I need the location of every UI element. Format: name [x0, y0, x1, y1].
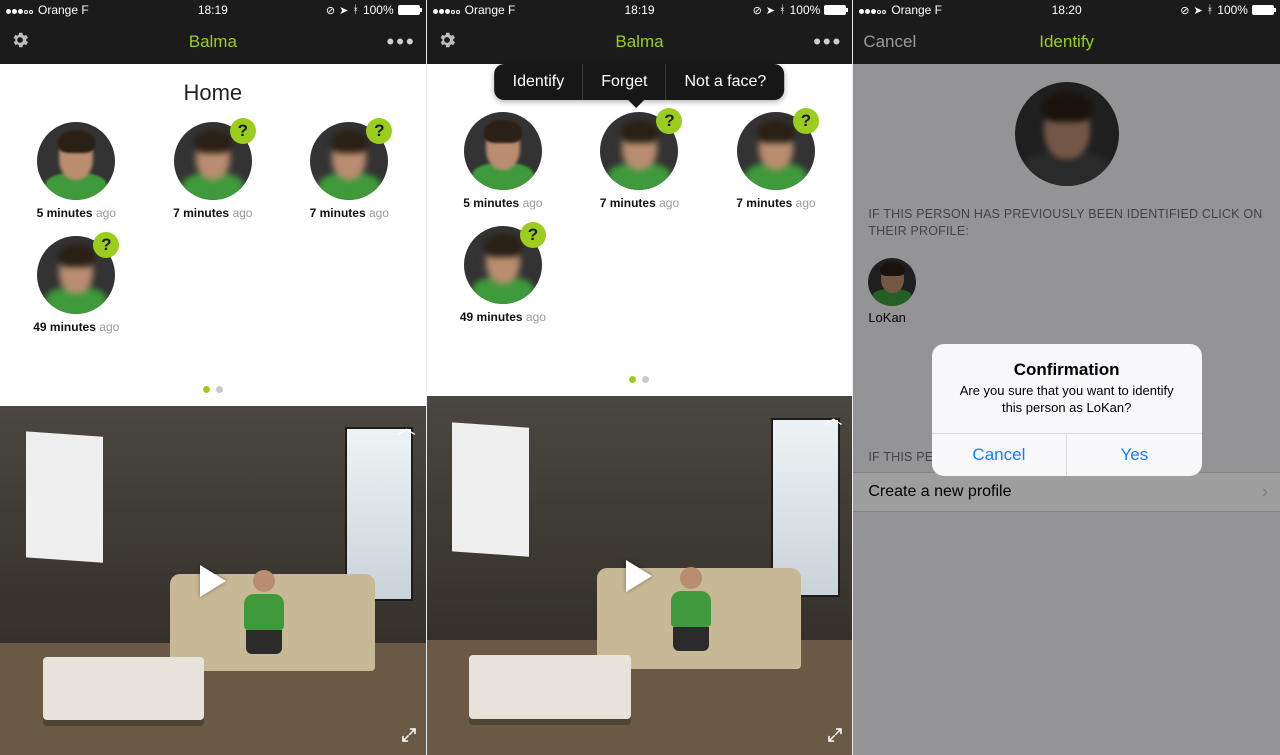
status-bar: Orange F 18:19 ⊘ ➤ ᚼ 100% — [427, 0, 853, 20]
unknown-badge-icon: ? — [520, 222, 546, 248]
section-title: Home — [0, 64, 426, 116]
chevron-up-icon[interactable]: ︿ — [398, 414, 416, 440]
location-icon: ➤ — [766, 4, 775, 17]
cancel-button[interactable]: Cancel — [863, 32, 916, 52]
video-preview[interactable]: ︿ — [427, 396, 853, 755]
face-time: 49 minutes ago — [460, 310, 546, 324]
face-grid: 5 minutes ago ? 7 minutes ago ? 7 minute… — [427, 106, 853, 334]
location-icon: ➤ — [339, 4, 348, 17]
face-grid: 5 minutes ago ? 7 minutes ago ? 7 minute… — [0, 116, 426, 344]
location-icon: ➤ — [1193, 4, 1202, 17]
settings-button[interactable] — [437, 30, 457, 55]
alert-yes-button[interactable]: Yes — [1067, 434, 1202, 476]
face-cell[interactable]: 5 minutes ago — [435, 106, 572, 220]
popover-not-a-face[interactable]: Not a face? — [666, 64, 784, 100]
bluetooth-icon: ᚼ — [779, 4, 786, 16]
pane-popover: Orange F 18:19 ⊘ ➤ ᚼ 100% Balma ••• Iden… — [427, 0, 854, 755]
face-cell[interactable]: ? 7 minutes ago — [281, 116, 418, 230]
chevron-up-icon[interactable]: ︿ — [824, 404, 842, 430]
alert-message: Are you sure that you want to identify t… — [932, 381, 1202, 432]
face-cell[interactable]: ? 49 minutes ago — [8, 230, 145, 344]
battery-icon — [1252, 5, 1274, 15]
face-avatar — [37, 122, 115, 200]
triptych: Orange F 18:19 ⊘ ➤ ᚼ 100% Balma ••• Home… — [0, 0, 1280, 755]
more-button[interactable]: ••• — [813, 31, 842, 53]
settings-button[interactable] — [10, 30, 30, 55]
more-button[interactable]: ••• — [387, 31, 416, 53]
unknown-badge-icon: ? — [793, 108, 819, 134]
alert-cancel-button[interactable]: Cancel — [932, 434, 1068, 476]
face-cell[interactable]: ? 7 minutes ago — [571, 106, 708, 220]
page-indicator — [0, 344, 426, 406]
pane-identify: Orange F 18:20 ⊘ ➤ ᚼ 100% Cancel Identif… — [853, 0, 1280, 755]
face-cell[interactable]: ? 7 minutes ago — [708, 106, 845, 220]
rotation-lock-icon: ⊘ — [753, 4, 762, 17]
rotation-lock-icon: ⊘ — [326, 4, 335, 17]
action-popover: Identify Forget Not a face? — [495, 64, 785, 100]
gear-icon — [10, 30, 30, 50]
battery-percent: 100% — [363, 3, 394, 17]
unknown-badge-icon: ? — [230, 118, 256, 144]
gear-icon — [437, 30, 457, 50]
face-time: 7 minutes ago — [173, 206, 252, 220]
play-icon[interactable] — [200, 565, 226, 597]
face-cell[interactable]: ? 49 minutes ago — [435, 220, 572, 334]
face-cell[interactable]: 5 minutes ago — [8, 116, 145, 230]
popover-forget[interactable]: Forget — [583, 64, 666, 100]
play-icon[interactable] — [626, 560, 652, 592]
nav-title: Balma — [0, 32, 426, 52]
nav-bar: Balma ••• — [0, 20, 426, 64]
status-bar: Orange F 18:19 ⊘ ➤ ᚼ 100% — [0, 0, 426, 20]
video-preview[interactable]: ︿ — [0, 406, 426, 755]
confirmation-alert: Confirmation Are you sure that you want … — [932, 343, 1202, 475]
bluetooth-icon: ᚼ — [1207, 4, 1214, 16]
signal-dots-icon — [6, 3, 34, 17]
unknown-badge-icon: ? — [93, 232, 119, 258]
carrier-label: Orange F — [891, 3, 942, 17]
face-time: 5 minutes ago — [37, 206, 116, 220]
nav-bar: Cancel Identify — [853, 20, 1280, 64]
page-indicator — [427, 334, 853, 396]
alert-title: Confirmation — [932, 343, 1202, 381]
bluetooth-icon: ᚼ — [352, 4, 359, 16]
face-time: 49 minutes ago — [33, 320, 119, 334]
unknown-badge-icon: ? — [366, 118, 392, 144]
signal-dots-icon — [433, 3, 461, 17]
nav-title: Balma — [427, 32, 853, 52]
battery-percent: 100% — [790, 3, 821, 17]
unknown-badge-icon: ? — [656, 108, 682, 134]
expand-icon[interactable] — [400, 726, 418, 747]
battery-percent: 100% — [1217, 3, 1248, 17]
nav-title: Identify — [853, 32, 1280, 52]
rotation-lock-icon: ⊘ — [1180, 4, 1189, 17]
nav-bar: Balma ••• — [427, 20, 853, 64]
face-time: 7 minutes ago — [600, 196, 679, 210]
battery-icon — [398, 5, 420, 15]
popover-identify[interactable]: Identify — [495, 64, 584, 100]
face-avatar — [464, 112, 542, 190]
pane-home: Orange F 18:19 ⊘ ➤ ᚼ 100% Balma ••• Home… — [0, 0, 427, 755]
expand-icon[interactable] — [826, 726, 844, 747]
battery-icon — [824, 5, 846, 15]
face-time: 7 minutes ago — [310, 206, 389, 220]
carrier-label: Orange F — [465, 3, 516, 17]
status-bar: Orange F 18:20 ⊘ ➤ ᚼ 100% — [853, 0, 1280, 20]
carrier-label: Orange F — [38, 3, 89, 17]
face-time: 7 minutes ago — [736, 196, 815, 210]
face-time: 5 minutes ago — [463, 196, 542, 210]
face-cell[interactable]: ? 7 minutes ago — [145, 116, 282, 230]
identify-body: IF THIS PERSON HAS PREVIOUSLY BEEN IDENT… — [853, 64, 1280, 755]
signal-dots-icon — [859, 3, 887, 17]
